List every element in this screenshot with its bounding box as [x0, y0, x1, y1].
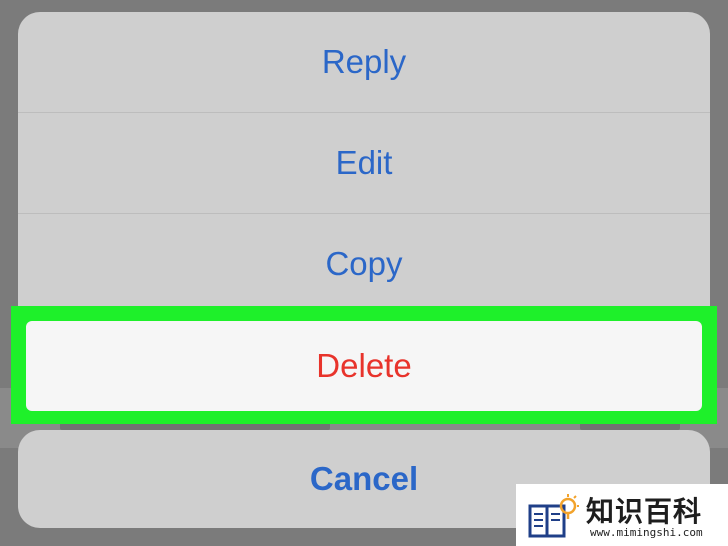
book-lightbulb-icon — [528, 494, 579, 538]
watermark-title: 知识百科 — [586, 495, 703, 528]
copy-button[interactable]: Copy — [18, 214, 710, 314]
watermark-url: www.mimingshi.com — [590, 526, 703, 539]
edit-button[interactable]: Edit — [18, 113, 710, 213]
delete-button[interactable]: Delete — [26, 321, 702, 411]
watermark: 知识百科 www.mimingshi.com — [516, 484, 728, 546]
reply-button[interactable]: Reply — [18, 12, 710, 112]
